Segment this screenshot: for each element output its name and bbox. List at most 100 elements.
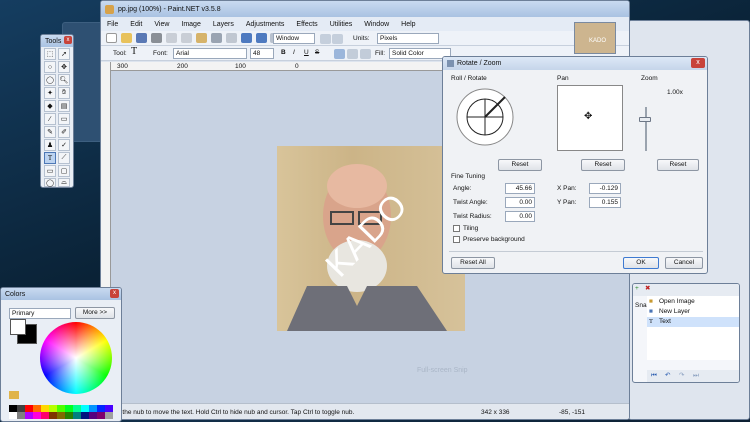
font-select[interactable]: Arial: [173, 48, 247, 59]
print-icon[interactable]: [150, 33, 162, 43]
zoom-reset-button[interactable]: Reset: [657, 159, 699, 171]
text-tool-icon[interactable]: T: [131, 47, 137, 57]
open-icon[interactable]: [120, 33, 132, 43]
last-history-icon[interactable]: ⏭: [693, 372, 699, 380]
palette-swatch[interactable]: [33, 405, 41, 412]
font-size-select[interactable]: 48: [250, 48, 274, 59]
undo-history-icon[interactable]: ↶: [665, 372, 670, 380]
save-icon[interactable]: [135, 33, 147, 43]
color-wheel[interactable]: [40, 322, 112, 394]
align-right-icon[interactable]: [360, 49, 371, 59]
reset-all-button[interactable]: Reset All: [451, 257, 495, 269]
crop-icon[interactable]: [210, 33, 222, 43]
palette-swatch[interactable]: [49, 405, 57, 412]
new-icon[interactable]: [106, 33, 117, 43]
rounded-rect-icon[interactable]: ▢: [58, 165, 70, 177]
palette-swatch[interactable]: [105, 412, 113, 419]
units-select[interactable]: Pixels: [377, 33, 439, 44]
menu-edit[interactable]: Edit: [124, 21, 148, 28]
palette-swatch[interactable]: [81, 412, 89, 419]
palette-swatch[interactable]: [73, 412, 81, 419]
freeform-shape-icon[interactable]: ⌓: [58, 178, 70, 187]
palette-swatch[interactable]: [105, 405, 113, 412]
twist-radius-input[interactable]: 0.00: [505, 211, 535, 222]
zoom-select[interactable]: Window: [273, 33, 315, 44]
copy-icon[interactable]: [180, 33, 192, 43]
redo-history-icon[interactable]: ↷: [679, 372, 684, 380]
palette-swatch[interactable]: [73, 405, 81, 412]
palette-icon[interactable]: [9, 391, 19, 399]
pan-area[interactable]: ✥: [557, 85, 623, 151]
paste-icon[interactable]: [195, 33, 207, 43]
menu-utilities[interactable]: Utilities: [324, 21, 359, 28]
magic-wand-icon[interactable]: ✦: [44, 87, 56, 99]
undo-icon[interactable]: [240, 33, 252, 43]
color-picker-icon[interactable]: ✐: [58, 126, 70, 138]
add-layer-icon[interactable]: +: [635, 285, 639, 293]
primary-color-swatch[interactable]: [10, 319, 26, 335]
palette-swatch[interactable]: [25, 412, 33, 419]
text-tool-icon[interactable]: T: [44, 152, 56, 164]
zoom-slider-thumb[interactable]: [639, 117, 651, 122]
bold-button[interactable]: B: [281, 49, 286, 57]
colors-close-button[interactable]: x: [110, 289, 119, 298]
roll-rotate-dial[interactable]: [453, 85, 517, 149]
ok-button[interactable]: OK: [623, 257, 659, 269]
image-thumbnail-tab[interactable]: KADO: [574, 22, 616, 54]
cancel-button[interactable]: Cancel: [665, 257, 703, 269]
tiling-checkbox[interactable]: [453, 225, 460, 232]
move-selection-icon[interactable]: ✥: [58, 61, 70, 73]
rect-select-tool-icon[interactable]: ⬚: [44, 48, 56, 60]
history-item[interactable]: Open Image: [659, 298, 695, 306]
angle-input[interactable]: 45.66: [505, 183, 535, 194]
palette-swatch[interactable]: [33, 412, 41, 419]
align-left-icon[interactable]: [334, 49, 345, 59]
cut-icon[interactable]: [165, 33, 177, 43]
palette-swatch[interactable]: [81, 405, 89, 412]
palette-swatch[interactable]: [17, 405, 25, 412]
gradient-tool-icon[interactable]: ▤: [58, 100, 70, 112]
menu-help[interactable]: Help: [395, 21, 421, 28]
preserve-background-checkbox[interactable]: [453, 236, 460, 243]
delete-layer-icon[interactable]: ✖: [645, 285, 650, 293]
history-item[interactable]: Text: [659, 318, 671, 326]
image-canvas[interactable]: KADO: [277, 146, 465, 331]
menu-file[interactable]: File: [101, 21, 124, 28]
rectangle-tool-icon[interactable]: ▭: [44, 165, 56, 177]
palette-swatch[interactable]: [49, 412, 57, 419]
italic-button[interactable]: I: [293, 49, 295, 57]
menu-image[interactable]: Image: [175, 21, 206, 28]
palette-swatch[interactable]: [65, 412, 73, 419]
color-palette[interactable]: [9, 405, 117, 419]
palette-swatch[interactable]: [97, 412, 105, 419]
eraser-tool-icon[interactable]: ▭: [58, 113, 70, 125]
strikeout-button[interactable]: S: [315, 49, 319, 57]
redo-icon[interactable]: [255, 33, 267, 43]
ellipse-tool-icon[interactable]: ◯: [44, 178, 56, 187]
palette-swatch[interactable]: [65, 405, 73, 412]
pencil-tool-icon[interactable]: ✎: [44, 126, 56, 138]
zoom-out-icon[interactable]: [332, 34, 343, 44]
menu-adjustments[interactable]: Adjustments: [240, 21, 291, 28]
palette-swatch[interactable]: [9, 405, 17, 412]
zoom-in-icon[interactable]: [320, 34, 331, 44]
twist-angle-input[interactable]: 0.00: [505, 197, 535, 208]
palette-swatch[interactable]: [57, 412, 65, 419]
bucket-tool-icon[interactable]: ◆: [44, 100, 56, 112]
underline-button[interactable]: U: [304, 49, 309, 57]
move-tool-icon[interactable]: ➚: [58, 48, 70, 60]
clone-stamp-icon[interactable]: ♟: [44, 139, 56, 151]
palette-swatch[interactable]: [57, 405, 65, 412]
palette-swatch[interactable]: [89, 412, 97, 419]
menu-layers[interactable]: Layers: [207, 21, 240, 28]
brush-tool-icon[interactable]: ∕: [44, 113, 56, 125]
title-bar[interactable]: pp.jpg (100%) - Paint.NET v3.5.8: [101, 1, 629, 17]
align-center-icon[interactable]: [347, 49, 358, 59]
palette-swatch[interactable]: [41, 412, 49, 419]
colors-title-bar[interactable]: Colors: [1, 288, 121, 300]
lasso-tool-icon[interactable]: ○: [44, 61, 56, 73]
palette-swatch[interactable]: [25, 405, 33, 412]
color-mode-select[interactable]: Primary: [9, 308, 71, 319]
zoom-tool-icon[interactable]: 🔍︎: [58, 74, 70, 86]
recolor-tool-icon[interactable]: ✓: [58, 139, 70, 151]
